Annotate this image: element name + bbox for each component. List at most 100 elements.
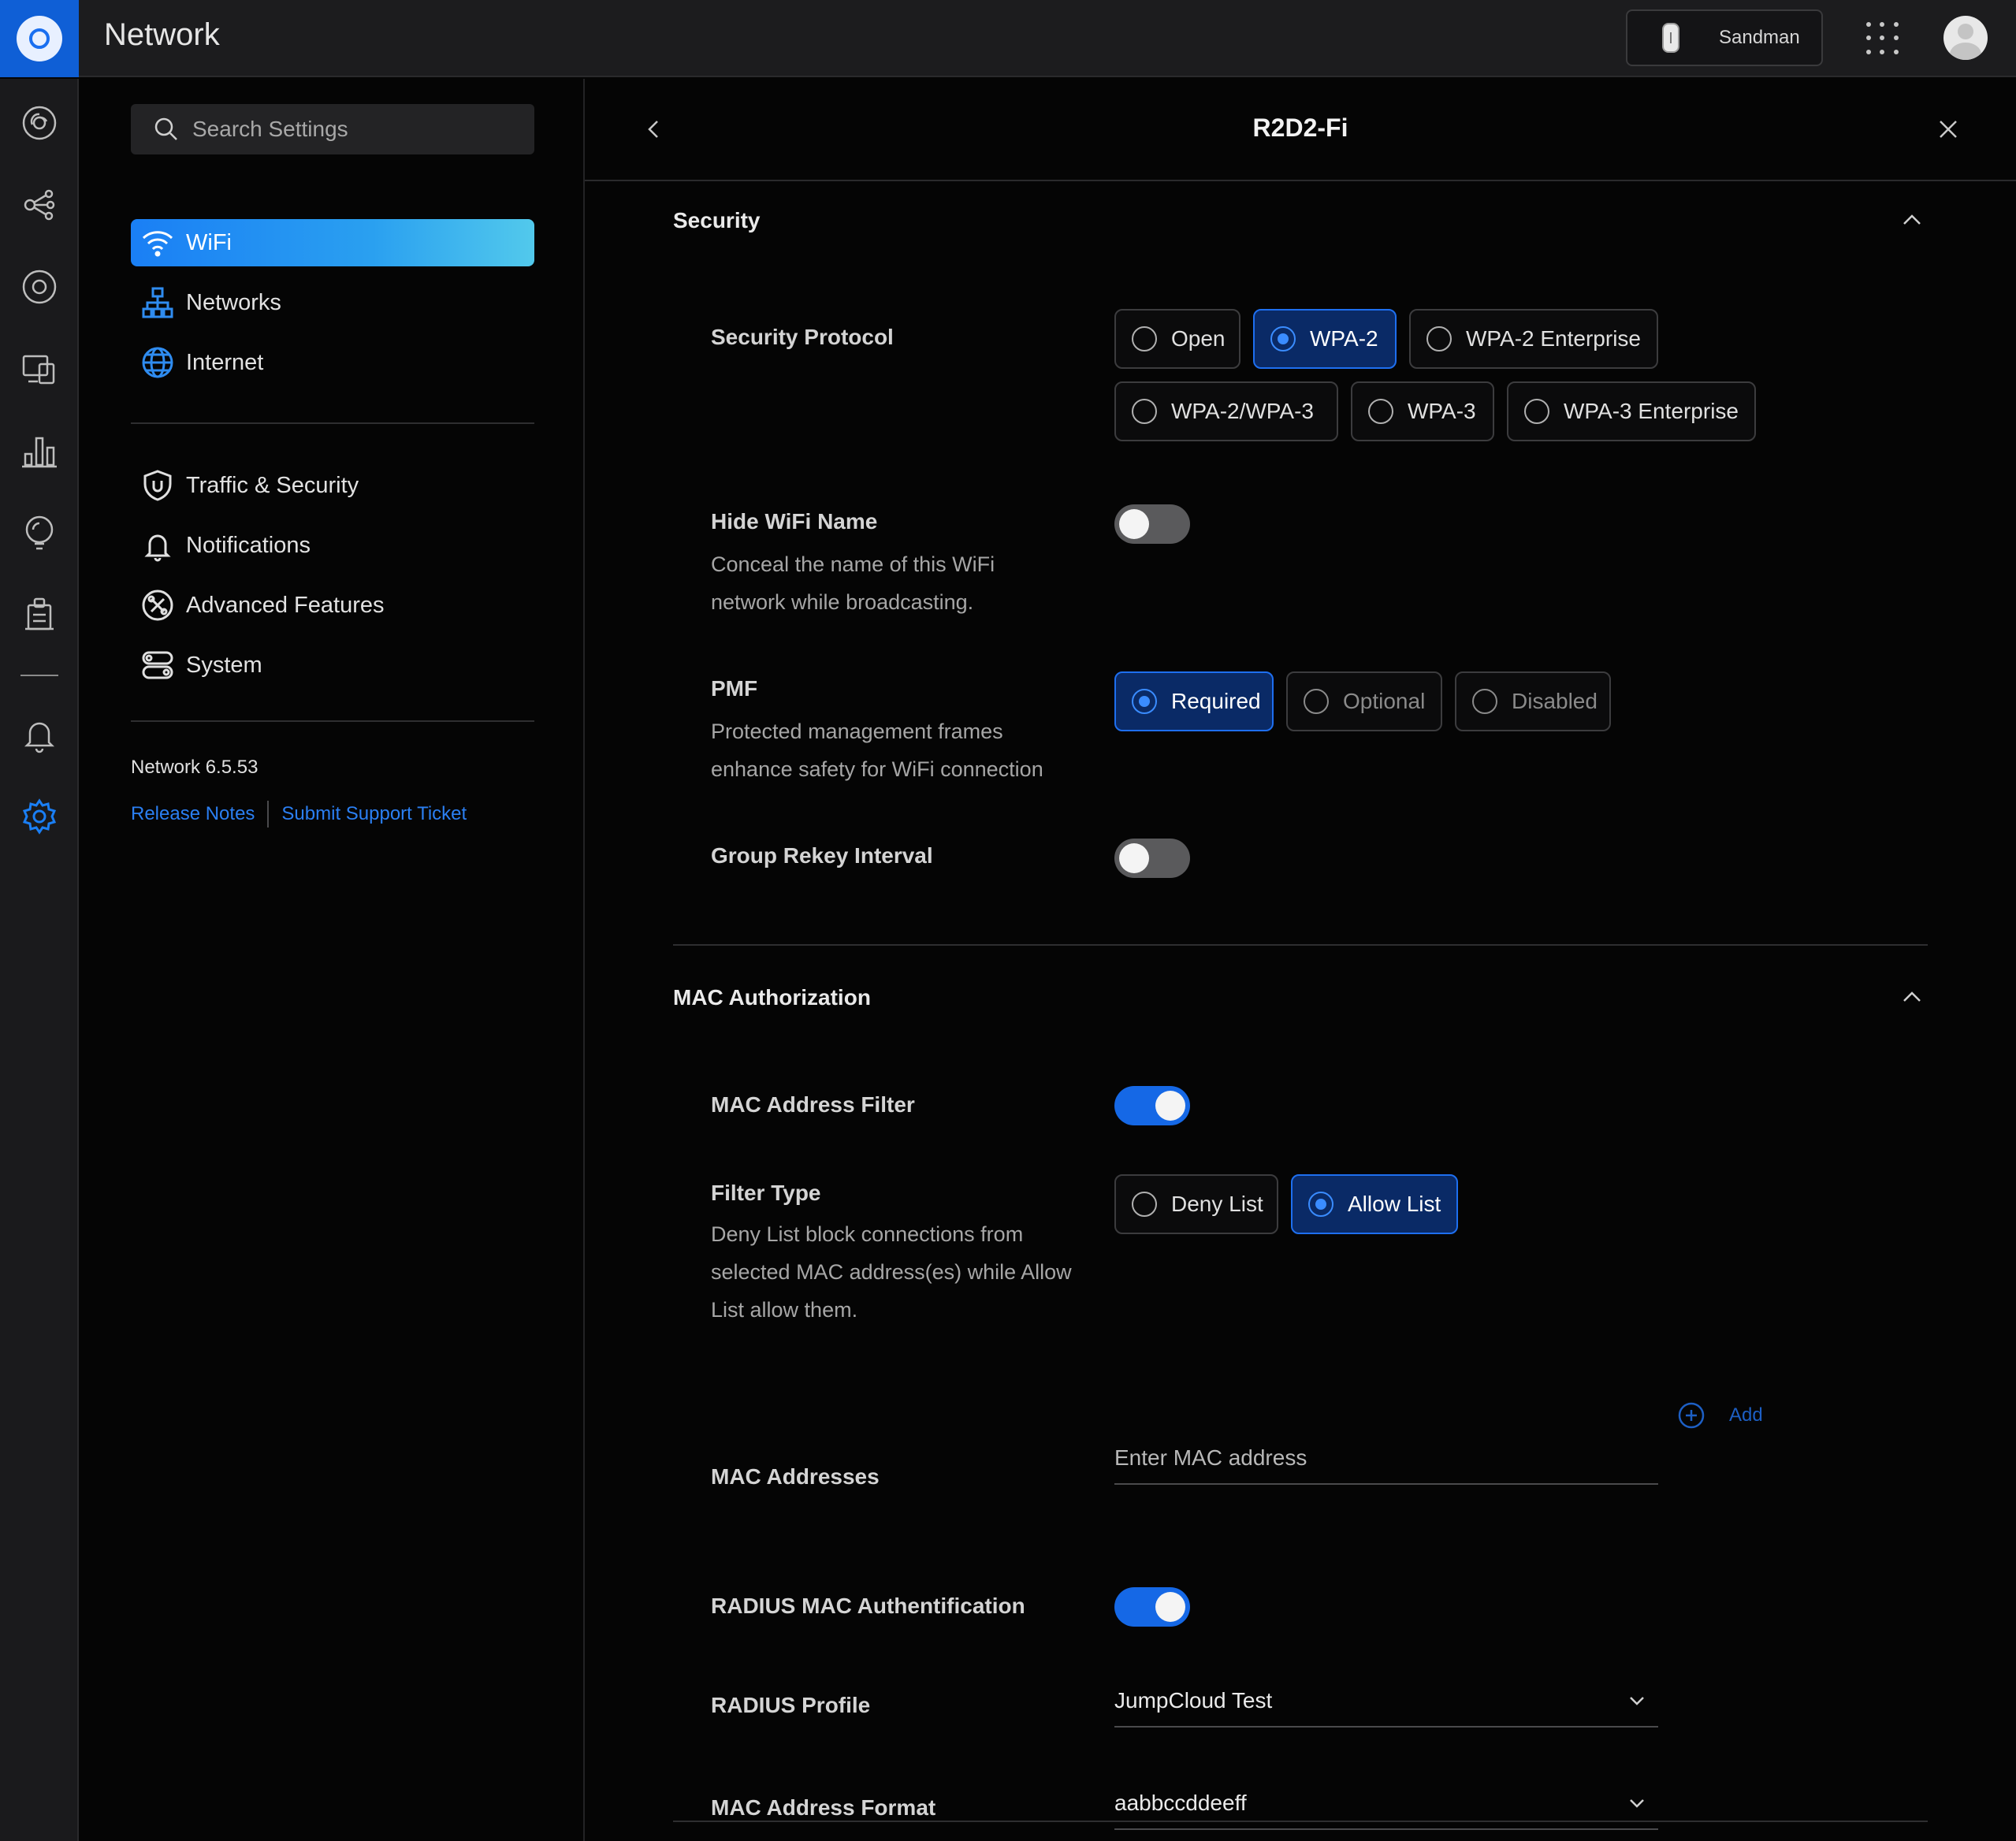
pmf-option-disabled[interactable]: Disabled bbox=[1455, 671, 1611, 731]
protocol-option-open[interactable]: Open bbox=[1114, 309, 1240, 369]
clients-icon[interactable] bbox=[19, 348, 60, 389]
hide-wifi-label: Hide WiFi Name bbox=[711, 509, 878, 534]
close-icon[interactable] bbox=[1932, 113, 1964, 145]
nav-item-advanced-features[interactable]: Advanced Features bbox=[131, 582, 534, 629]
protocol-option-wpa3-enterprise[interactable]: WPA-3 Enterprise bbox=[1507, 381, 1756, 441]
nav-item-label: Networks bbox=[186, 289, 281, 315]
group-rekey-label: Group Rekey Interval bbox=[711, 843, 933, 868]
filter-type-label: Filter Type bbox=[711, 1181, 821, 1205]
device-name: Sandman bbox=[1719, 27, 1800, 48]
pmf-option-optional[interactable]: Optional bbox=[1286, 671, 1442, 731]
search-box[interactable] bbox=[131, 104, 534, 154]
settings-nav: WiFi Networks Internet Traffic & Securit… bbox=[80, 79, 585, 1841]
link-separator bbox=[267, 801, 270, 828]
device-selector-button[interactable]: Sandman bbox=[1626, 9, 1823, 66]
protocol-option-wpa2-wpa3[interactable]: WPA-2/WPA-3 bbox=[1114, 381, 1338, 441]
protocol-option-wpa2[interactable]: WPA-2 bbox=[1253, 309, 1397, 369]
statistics-icon[interactable] bbox=[19, 430, 60, 471]
pmf-option-required[interactable]: Required bbox=[1114, 671, 1274, 731]
group-rekey-toggle[interactable] bbox=[1114, 839, 1190, 878]
nav-item-label: Notifications bbox=[186, 532, 311, 558]
radio-icon bbox=[1426, 326, 1452, 351]
nav-item-label: Advanced Features bbox=[186, 592, 385, 618]
release-notes-link[interactable]: Release Notes bbox=[131, 803, 255, 825]
security-protocol-label: Security Protocol bbox=[711, 325, 894, 349]
nav-item-internet[interactable]: Internet bbox=[131, 339, 534, 386]
chevron-down-icon bbox=[1630, 1799, 1644, 1808]
nav-item-wifi[interactable]: WiFi bbox=[131, 219, 534, 266]
nav-item-label: System bbox=[186, 652, 262, 678]
system-log-icon[interactable] bbox=[19, 594, 60, 635]
radio-icon bbox=[1132, 689, 1157, 714]
pmf-label: PMF bbox=[711, 676, 758, 701]
hide-wifi-toggle[interactable] bbox=[1114, 504, 1190, 544]
radio-icon bbox=[1304, 689, 1329, 714]
hide-wifi-description: Conceal the name of this WiFi network wh… bbox=[711, 552, 995, 614]
nav-item-notifications[interactable]: Notifications bbox=[131, 522, 534, 569]
mac-address-field[interactable] bbox=[1114, 1433, 1658, 1485]
networks-icon bbox=[140, 285, 175, 320]
plus-circle-icon bbox=[1678, 1402, 1705, 1429]
protocol-option-wpa3[interactable]: WPA-3 bbox=[1351, 381, 1494, 441]
settings-gear-icon[interactable] bbox=[19, 796, 60, 837]
unifi-logo-icon[interactable] bbox=[0, 0, 79, 77]
radio-icon bbox=[1132, 1192, 1157, 1217]
support-ticket-link[interactable]: Submit Support Ticket bbox=[281, 803, 467, 825]
top-bar: Network Sandman bbox=[0, 0, 2016, 77]
advanced-features-icon bbox=[140, 588, 175, 623]
wifi-icon bbox=[140, 225, 175, 260]
radius-profile-select[interactable]: JumpCloud Test bbox=[1114, 1675, 1658, 1728]
filter-option-allow-list[interactable]: Allow List bbox=[1291, 1174, 1458, 1234]
system-icon bbox=[140, 648, 175, 682]
radio-icon bbox=[1472, 689, 1497, 714]
dashboard-icon[interactable] bbox=[19, 102, 60, 143]
nav-item-traffic-security[interactable]: Traffic & Security bbox=[131, 462, 534, 509]
mac-format-select[interactable]: aabbccddeeff bbox=[1114, 1778, 1658, 1830]
alerts-bell-icon[interactable] bbox=[19, 714, 60, 755]
mac-addresses-label: MAC Addresses bbox=[711, 1464, 880, 1489]
mac-format-value: aabbccddeeff bbox=[1114, 1791, 1247, 1815]
radio-icon bbox=[1524, 399, 1549, 424]
filter-option-deny-list[interactable]: Deny List bbox=[1114, 1174, 1278, 1234]
mac-address-input[interactable] bbox=[1114, 1445, 1658, 1471]
nav-item-label: Internet bbox=[186, 349, 264, 375]
chevron-up-icon[interactable] bbox=[1898, 206, 1926, 235]
section-divider bbox=[673, 944, 1928, 946]
wifi-edit-panel: R2D2-Fi Security Security Protocol Open … bbox=[585, 79, 2016, 1841]
filter-type-description: Deny List block connections from selecte… bbox=[711, 1222, 1072, 1322]
topology-icon[interactable] bbox=[19, 184, 60, 225]
footer-links: Release Notes Submit Support Ticket bbox=[131, 801, 467, 828]
radio-icon bbox=[1308, 1192, 1333, 1217]
rail-divider bbox=[20, 675, 58, 676]
radio-icon bbox=[1132, 399, 1157, 424]
user-avatar[interactable] bbox=[1943, 16, 1988, 60]
nav-item-system[interactable]: System bbox=[131, 642, 534, 689]
add-mac-button[interactable]: Add bbox=[1677, 1401, 1763, 1430]
section-divider bbox=[673, 1821, 1928, 1822]
nav-divider bbox=[131, 720, 534, 722]
shield-icon bbox=[140, 468, 175, 503]
protocol-option-wpa2-enterprise[interactable]: WPA-2 Enterprise bbox=[1409, 309, 1658, 369]
chevron-down-icon bbox=[1630, 1697, 1644, 1705]
bell-icon bbox=[140, 528, 175, 563]
chevron-up-icon[interactable] bbox=[1898, 984, 1926, 1012]
apps-grid-icon[interactable] bbox=[1866, 22, 1901, 57]
search-icon bbox=[154, 117, 177, 140]
panel-title: R2D2-Fi bbox=[1252, 113, 1348, 142]
nav-item-label: WiFi bbox=[186, 229, 232, 255]
search-input[interactable] bbox=[192, 117, 508, 142]
insights-icon[interactable] bbox=[19, 512, 60, 553]
radius-mac-toggle[interactable] bbox=[1114, 1587, 1190, 1627]
nav-item-label: Traffic & Security bbox=[186, 472, 359, 498]
app-rail bbox=[0, 79, 79, 1841]
console-device-icon bbox=[1662, 23, 1679, 53]
security-section-title: Security bbox=[673, 208, 761, 232]
radio-icon bbox=[1270, 326, 1296, 351]
nav-item-networks[interactable]: Networks bbox=[131, 279, 534, 326]
mac-filter-toggle[interactable] bbox=[1114, 1086, 1190, 1125]
mac-auth-section-title: MAC Authorization bbox=[673, 985, 871, 1010]
devices-icon[interactable] bbox=[19, 266, 60, 307]
radius-mac-label: RADIUS MAC Authentification bbox=[711, 1594, 1025, 1618]
radius-profile-label: RADIUS Profile bbox=[711, 1693, 871, 1717]
mac-format-label: MAC Address Format bbox=[711, 1795, 936, 1820]
